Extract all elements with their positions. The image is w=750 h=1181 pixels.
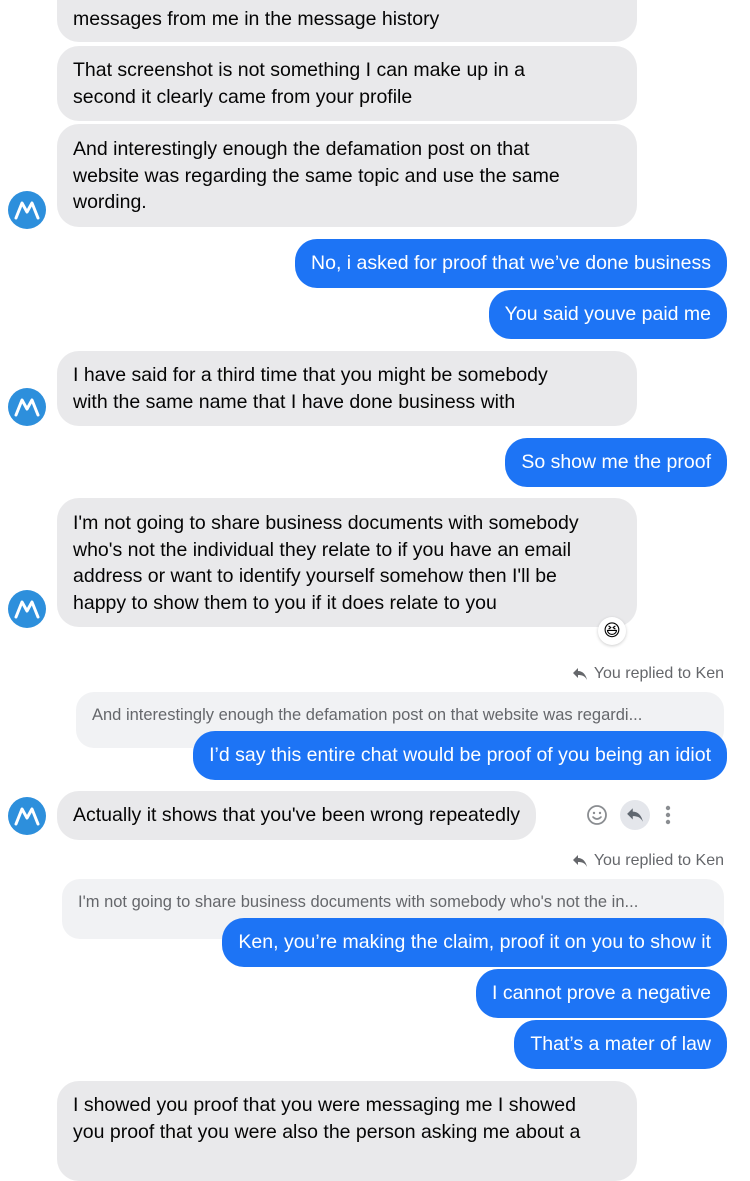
reply-hint-text: You replied to Ken bbox=[593, 665, 724, 682]
quoted-text: And interestingly enough the defamation … bbox=[92, 706, 643, 724]
reply-arrow-icon bbox=[627, 808, 643, 822]
reply-arrow-icon bbox=[572, 668, 587, 680]
message-line: with the same name that I have done busi… bbox=[73, 390, 516, 413]
react-button[interactable] bbox=[582, 800, 612, 830]
reaction-badge[interactable]: 😆 bbox=[598, 617, 626, 645]
smiley-icon bbox=[587, 805, 607, 825]
incoming-message[interactable]: I'm not going to share business document… bbox=[57, 498, 637, 627]
message-line: I showed you proof that you were messagi… bbox=[73, 1094, 576, 1116]
message-text: You said youve paid me bbox=[504, 303, 711, 325]
message-line: address or want to identify yourself som… bbox=[73, 565, 557, 587]
avatar[interactable] bbox=[8, 388, 46, 426]
message-line: wording. bbox=[73, 191, 147, 213]
motorola-logo-icon bbox=[14, 600, 40, 619]
message-line: who's not the individual they relate to … bbox=[73, 538, 572, 561]
laughing-emoji-icon: 😆 bbox=[603, 621, 621, 640]
reply-hint: You replied to Ken bbox=[572, 852, 724, 870]
message-line: I'm not going to share business document… bbox=[73, 512, 579, 534]
motorola-logo-icon bbox=[14, 201, 40, 220]
more-button[interactable] bbox=[658, 800, 678, 830]
message-text: I cannot prove a negative bbox=[492, 982, 711, 1004]
outgoing-message[interactable]: I cannot prove a negative bbox=[476, 969, 727, 1018]
message-text: So show me the proof bbox=[521, 451, 711, 473]
message-text: That’s a mater of law bbox=[530, 1033, 711, 1055]
message-line: happy to show them to you if it does rel… bbox=[73, 591, 497, 614]
incoming-message[interactable]: And interestingly enough the defamation … bbox=[57, 124, 637, 227]
quoted-text: I'm not going to share business document… bbox=[78, 893, 639, 911]
incoming-message[interactable]: That screenshot is not something I can m… bbox=[57, 46, 637, 121]
message-line: website was regarding the same topic and… bbox=[73, 164, 560, 187]
message-actions bbox=[582, 800, 678, 830]
incoming-message[interactable]: I showed you proof that you were messagi… bbox=[57, 1081, 637, 1181]
incoming-message[interactable]: messages from me in the message history bbox=[57, 0, 637, 42]
outgoing-message[interactable]: That’s a mater of law bbox=[514, 1020, 727, 1069]
message-line: you proof that you were also the person … bbox=[73, 1120, 581, 1143]
reply-arrow-icon bbox=[572, 855, 587, 867]
message-text: I’d say this entire chat would be proof … bbox=[209, 744, 711, 766]
message-line: I have said for a third time that you mi… bbox=[73, 364, 548, 386]
avatar[interactable] bbox=[8, 191, 46, 229]
motorola-logo-icon bbox=[14, 398, 40, 417]
motorola-logo-icon bbox=[14, 807, 40, 826]
outgoing-message[interactable]: So show me the proof bbox=[505, 438, 727, 487]
message-text: No, i asked for proof that we’ve done bu… bbox=[311, 252, 711, 274]
incoming-message[interactable]: I have said for a third time that you mi… bbox=[57, 351, 637, 426]
message-line: That screenshot is not something I can m… bbox=[73, 59, 525, 81]
message-text: messages from me in the message history bbox=[73, 8, 440, 30]
more-vertical-icon bbox=[665, 805, 671, 825]
outgoing-message[interactable]: Ken, you’re making the claim, proof it o… bbox=[222, 918, 727, 967]
reply-hint: You replied to Ken bbox=[572, 665, 724, 683]
outgoing-message[interactable]: I’d say this entire chat would be proof … bbox=[193, 731, 727, 780]
reply-hint-text: You replied to Ken bbox=[593, 852, 724, 869]
reply-button[interactable] bbox=[620, 800, 650, 830]
message-line: second it clearly came from your profile bbox=[73, 85, 413, 108]
outgoing-message[interactable]: You said youve paid me bbox=[488, 290, 727, 339]
message-text: Ken, you’re making the claim, proof it o… bbox=[238, 931, 711, 953]
outgoing-message[interactable]: No, i asked for proof that we’ve done bu… bbox=[295, 239, 727, 288]
avatar[interactable] bbox=[8, 590, 46, 628]
avatar[interactable] bbox=[8, 797, 46, 835]
incoming-message[interactable]: Actually it shows that you've been wrong… bbox=[57, 791, 537, 840]
message-text: Actually it shows that you've been wrong… bbox=[73, 804, 521, 826]
message-line: And interestingly enough the defamation … bbox=[73, 138, 530, 160]
